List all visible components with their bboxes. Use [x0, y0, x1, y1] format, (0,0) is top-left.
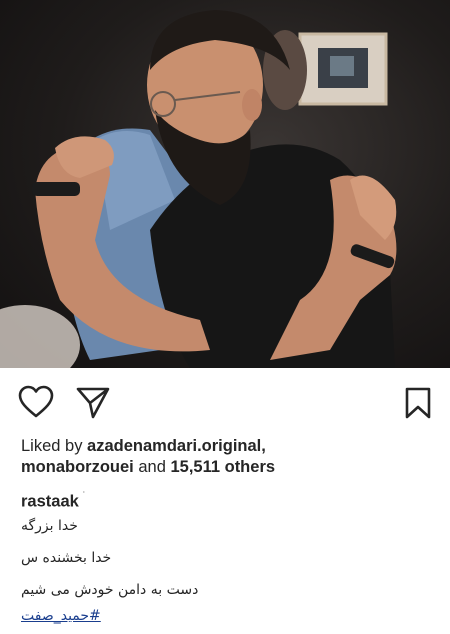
liked-by-user-link[interactable]: azadenamdari.original, [87, 437, 266, 455]
author-username[interactable]: rastaak [21, 493, 79, 511]
caption-line-2: خدا بخشنده س [21, 550, 112, 566]
share-send-icon[interactable] [76, 386, 110, 420]
likes-prefix: Liked by [21, 437, 88, 455]
action-bar [0, 382, 450, 426]
caption-line-3: دست به دامن خودش می شیم [21, 582, 199, 598]
photo-illustration [0, 10, 397, 368]
author-mark: ˈ [81, 489, 86, 503]
likes-count-link[interactable]: 15,511 others [170, 458, 275, 476]
likes-connector: and [133, 458, 171, 476]
bookmark-icon[interactable] [405, 387, 431, 419]
post-photo[interactable] [0, 0, 450, 368]
caption-line-1: خدا بزرگه [21, 518, 78, 534]
likes-summary: Liked by azadenamdari.original, monaborz… [21, 436, 441, 478]
liked-by-user-link-2[interactable]: monaborzouei [21, 458, 134, 476]
author-row: rastaak ˈ [21, 489, 86, 512]
caption-hashtag-link[interactable]: #حمید_صفت [21, 608, 321, 624]
like-heart-icon[interactable] [18, 385, 54, 419]
